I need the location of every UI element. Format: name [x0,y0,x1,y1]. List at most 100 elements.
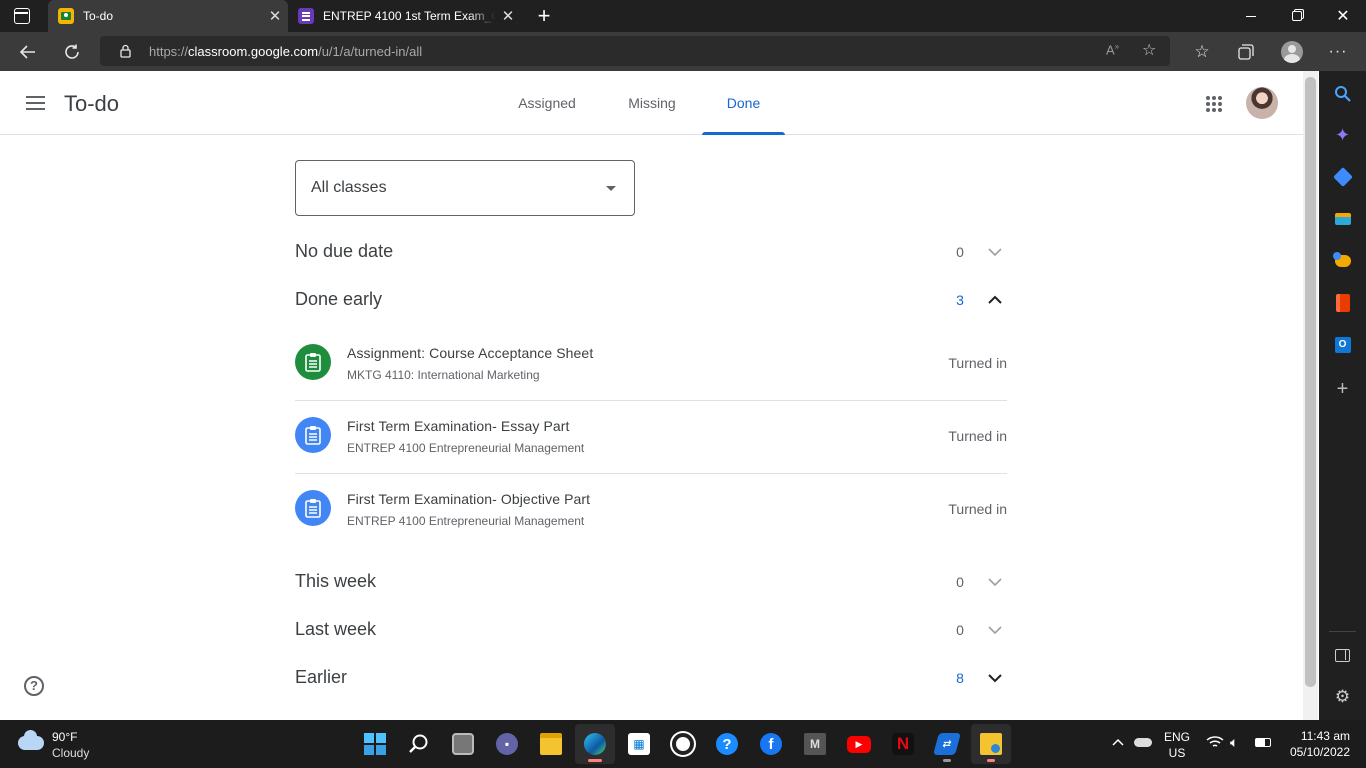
help-icon[interactable]: ? [24,676,44,696]
add-sidebar-icon[interactable]: + [1319,371,1366,407]
assignment-icon [295,490,331,526]
teams-chat-icon[interactable]: ▪ [487,724,527,764]
new-tab-button[interactable]: + [534,2,554,30]
list-item[interactable]: Assignment: Course Acceptance Sheet MKTG… [295,327,1007,400]
hide-sidebar-icon[interactable] [1319,637,1366,673]
add-favorite-icon[interactable]: ☆ [1142,40,1156,60]
google-forms-icon [298,8,314,24]
app-icon[interactable] [663,724,703,764]
google-apps-icon[interactable] [1205,95,1223,113]
shopping-tag-icon[interactable] [1319,159,1366,195]
lock-icon[interactable] [120,44,131,58]
settings-gear-icon[interactable]: ⚙ [1319,679,1366,715]
address-bar[interactable]: https://classroom.google.com/u/1/a/turne… [100,36,1170,66]
collections-icon[interactable] [1230,36,1262,68]
section-done-early-count: 3 [956,292,964,308]
clock-time: 11:43 am [1300,729,1350,743]
file-explorer-icon[interactable] [531,724,571,764]
assignment-title[interactable]: Assignment: Course Acceptance Sheet [347,345,593,361]
close-tab-icon[interactable]: ✕ [495,7,521,25]
profile-avatar-icon[interactable] [1276,36,1308,68]
youtube-icon[interactable]: ▶ [839,724,879,764]
tab-missing[interactable]: Missing [614,71,690,135]
list-item[interactable]: First Term Examination- Objective Part E… [295,473,1007,546]
cloud-icon [18,730,44,750]
chevron-down-icon[interactable] [985,572,1005,592]
close-window-button[interactable]: ✕ [1320,0,1366,32]
weather-widget[interactable]: 90°F Cloudy [16,728,106,762]
wifi-icon[interactable] [1206,735,1224,749]
url-text[interactable]: https://classroom.google.com/u/1/a/turne… [149,44,422,59]
page-title: To-do [64,91,120,116]
clock[interactable]: 11:43 am 05/10/2022 [1280,728,1350,760]
minimize-button[interactable] [1228,0,1274,32]
tools-icon[interactable] [1319,201,1366,237]
help-app-icon[interactable]: ? [707,724,747,764]
section-last-week-count: 0 [956,622,964,638]
status-label: Turned in [948,355,1007,371]
tab-assigned[interactable]: Assigned [504,71,590,135]
volume-icon[interactable]: 🔈︎ [1230,734,1238,751]
section-no-due-date-count: 0 [956,244,964,260]
remote-app-icon[interactable]: ⇄ [927,724,967,764]
back-icon[interactable] [12,36,44,68]
section-this-week-title[interactable]: This week [295,571,376,592]
tab-actions-icon[interactable] [14,8,30,24]
show-hidden-icons-chevron-icon[interactable] [1110,734,1126,750]
class-filter-value: All classes [311,179,387,196]
close-tab-icon[interactable]: ✕ [262,7,288,25]
read-aloud-icon[interactable]: A» [1106,42,1119,57]
windows-taskbar: 90°F Cloudy ▪ ▦ ? f M ▶ N ⇄ ENG US 🔈︎ 11… [0,720,1366,768]
taskbar-search-icon[interactable] [399,724,439,764]
clock-date: 05/10/2022 [1289,745,1350,759]
favorites-icon[interactable]: ☆ [1186,36,1218,68]
assignment-title[interactable]: First Term Examination- Objective Part [347,491,590,507]
assignment-icon [295,344,331,380]
language-indicator[interactable]: ENG US [1160,729,1194,761]
app-header: To-do Assigned Missing Done [0,71,1303,135]
start-button[interactable] [355,724,395,764]
games-icon[interactable] [1319,243,1366,279]
section-earlier-title[interactable]: Earlier [295,667,347,688]
chevron-down-icon[interactable] [985,242,1005,262]
section-no-due-date-title[interactable]: No due date [295,241,393,262]
microsoft-store-icon[interactable]: ▦ [619,724,659,764]
chevron-up-icon[interactable] [985,290,1005,310]
assignment-title[interactable]: First Term Examination- Essay Part [347,418,570,434]
chevron-down-icon[interactable] [985,668,1005,688]
main-menu-icon[interactable] [26,96,45,110]
discover-sparkle-icon[interactable]: ✦ [1319,117,1366,153]
section-earlier-count: 8 [956,670,964,686]
list-item[interactable]: First Term Examination- Essay Part ENTRE… [295,400,1007,473]
office-icon[interactable] [1319,285,1366,321]
tab-title: To-do [83,9,114,23]
weather-temp: 90°F [52,730,78,744]
onedrive-icon[interactable] [1134,738,1152,747]
region-code: US [1168,746,1186,760]
section-done-early-title[interactable]: Done early [295,289,382,310]
more-menu-icon[interactable]: ··· [1322,36,1354,68]
classroom-page: To-do Assigned Missing Done All classes … [0,71,1303,720]
section-last-week-title[interactable]: Last week [295,619,376,640]
edge-browser-icon[interactable] [575,724,615,764]
browser-tab-form[interactable]: ENTREP 4100 1st Term Exam_Obj ✕ [288,0,524,32]
page-scrollbar-thumb[interactable] [1305,77,1316,687]
chevron-down-icon[interactable] [985,620,1005,640]
facebook-icon[interactable]: f [751,724,791,764]
refresh-icon[interactable] [56,36,88,68]
search-icon[interactable] [1319,75,1366,111]
gmail-app-icon[interactable]: M [795,724,835,764]
tab-done[interactable]: Done [702,71,785,135]
language-code: ENG [1163,730,1190,744]
restore-button[interactable] [1274,0,1320,32]
class-filter-select[interactable]: All classes [295,160,635,216]
browser-tab-todo[interactable]: To-do ✕ [48,0,288,32]
outlook-icon[interactable]: O [1319,327,1366,363]
status-label: Turned in [948,501,1007,517]
battery-icon[interactable] [1255,738,1271,747]
task-view-icon[interactable] [443,724,483,764]
files-app-icon[interactable] [971,724,1011,764]
section-this-week-count: 0 [956,574,964,590]
account-avatar[interactable] [1246,87,1278,119]
netflix-icon[interactable]: N [883,724,923,764]
